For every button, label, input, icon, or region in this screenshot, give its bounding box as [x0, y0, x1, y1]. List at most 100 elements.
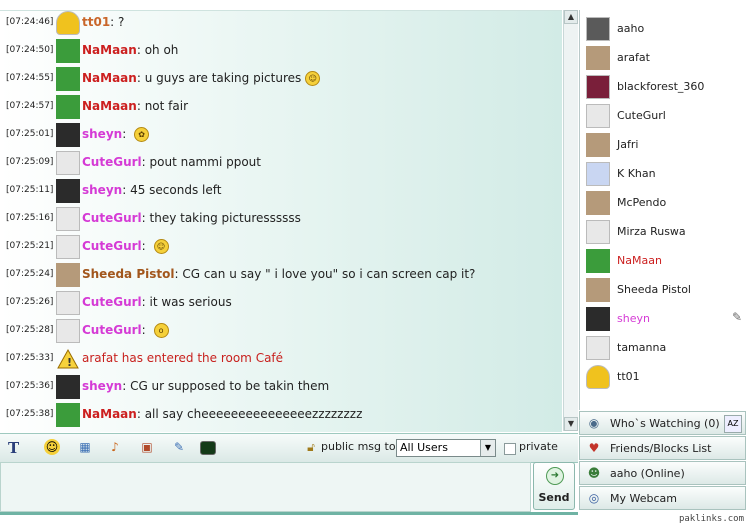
eye-icon: ◉: [588, 416, 600, 430]
green-hat-avatar: [586, 249, 610, 273]
grin-icon: ☺: [305, 71, 321, 86]
webcam-icon: ◎: [588, 491, 600, 505]
mr-t-avatar[interactable]: [56, 11, 80, 35]
message-nick[interactable]: sheyn: [82, 183, 122, 197]
blank-avatar[interactable]: [56, 319, 80, 343]
message-nick[interactable]: CuteGurl: [82, 211, 142, 225]
message-nick[interactable]: sheyn: [82, 379, 122, 393]
sound-icon[interactable]: ♪: [106, 439, 124, 455]
message-nick[interactable]: CuteGurl: [82, 295, 142, 309]
dark-avatar[interactable]: [56, 179, 80, 203]
blank-avatar[interactable]: [56, 291, 80, 315]
message-text: oh oh: [144, 43, 179, 57]
message-timestamp: [07:24:50]: [6, 45, 54, 55]
scroll-up-icon[interactable]: ▲: [564, 10, 578, 24]
user-list-item[interactable]: Sheeda Pistol: [580, 275, 748, 304]
message-body: sheyn: 45 seconds left: [82, 183, 222, 197]
message-nick[interactable]: NaMaan: [82, 99, 137, 113]
green-hat-avatar[interactable]: [56, 39, 80, 63]
user-name: aaho: [617, 22, 645, 35]
mr-t-avatar: [586, 365, 610, 389]
message-nick[interactable]: tt01: [82, 15, 110, 29]
svg-text:!: !: [67, 356, 72, 369]
message-nick[interactable]: NaMaan: [82, 407, 137, 421]
sort-icon[interactable]: AZ: [724, 415, 742, 433]
text-format-icon[interactable]: T: [8, 439, 19, 457]
chat-message: [07:24:50] NaMaan: oh oh: [0, 37, 560, 65]
user-list-item[interactable]: McPendo: [580, 188, 748, 217]
message-text: 45 seconds left: [130, 183, 222, 197]
chat-message: [07:25:16] CuteGurl: they taking pictures…: [0, 205, 560, 233]
panel-label: Who`s Watching (0): [610, 417, 720, 430]
message-nick[interactable]: CuteGurl: [82, 155, 142, 169]
message-body: CuteGurl: it was serious: [82, 295, 232, 309]
message-nick[interactable]: NaMaan: [82, 43, 137, 57]
panel-eye[interactable]: ◉ Who`s Watching (0) AZ: [579, 411, 746, 435]
scroll-down-icon[interactable]: ▼: [564, 417, 578, 431]
chat-message: [07:25:24] Sheeda Pistol: CG can u say " …: [0, 261, 560, 289]
green-hat-avatar[interactable]: [56, 67, 80, 91]
message-nick[interactable]: sheyn: [82, 127, 122, 141]
message-body: NaMaan: not fair: [82, 99, 188, 113]
send-button[interactable]: ➜ Send: [533, 462, 575, 510]
user-list-item[interactable]: tt01: [580, 362, 748, 391]
user-name: blackforest_360: [617, 80, 705, 93]
blank-avatar: [586, 336, 610, 360]
warning-icon[interactable]: !: [56, 347, 80, 371]
message-body: CuteGurl: pout nammi ppout: [82, 155, 261, 169]
user-name: CuteGurl: [617, 109, 666, 122]
message-nick[interactable]: CuteGurl: [82, 239, 142, 253]
chat-message: [07:24:55] NaMaan: u guys are taking pict…: [0, 65, 560, 93]
user-list-item[interactable]: arafat: [580, 43, 748, 72]
message-timestamp: [07:25:01]: [6, 129, 54, 139]
recipient-select[interactable]: All Users ▼: [396, 439, 496, 457]
message-nick[interactable]: Sheeda Pistol: [82, 267, 174, 281]
panel-user[interactable]: ☻ aaho (Online): [579, 461, 746, 485]
message-nick[interactable]: CuteGurl: [82, 323, 142, 337]
user-list-item[interactable]: aaho: [580, 14, 748, 43]
user-name: NaMaan: [617, 254, 662, 267]
message-input[interactable]: [0, 462, 531, 512]
message-text: it was serious: [149, 295, 232, 309]
edit-icon[interactable]: ✎: [170, 439, 188, 455]
chat-message: [07:25:01] sheyn: ✿: [0, 121, 560, 149]
color-picker-icon[interactable]: ▦: [76, 439, 94, 455]
emoticon-icon[interactable]: ☺: [44, 439, 60, 455]
panel-label: My Webcam: [610, 492, 677, 505]
user-list-item[interactable]: CuteGurl: [580, 101, 748, 130]
user-list-item[interactable]: Mirza Ruswa: [580, 217, 748, 246]
panel-webcam[interactable]: ◎ My Webcam: [579, 486, 746, 510]
chat-message: [07:24:46] tt01: ?: [0, 11, 560, 37]
dark-avatar[interactable]: [56, 123, 80, 147]
lock-icon: 🔓︎: [307, 440, 315, 454]
panel-friends[interactable]: ♥ Friends/Blocks List: [579, 436, 746, 460]
user-name: Mirza Ruswa: [617, 225, 686, 238]
private-checkbox[interactable]: [504, 443, 516, 455]
user-list-item[interactable]: NaMaan: [580, 246, 748, 275]
message-nick[interactable]: NaMaan: [82, 71, 137, 85]
chat-log: [07:24:46] tt01: ? [07:24:50] NaMaan: oh oh…: [0, 10, 562, 432]
background-color-icon[interactable]: [200, 441, 216, 455]
green-hat-avatar[interactable]: [56, 95, 80, 119]
user-list-item[interactable]: Jafri: [580, 130, 748, 159]
photo-avatar[interactable]: [56, 263, 80, 287]
blank-avatar[interactable]: [56, 151, 80, 175]
dark-avatar[interactable]: [56, 375, 80, 399]
blank-avatar[interactable]: [56, 207, 80, 231]
chat-scrollbar[interactable]: ▲ ▼: [563, 10, 578, 431]
blank-avatar: [586, 220, 610, 244]
user-list-item[interactable]: K Khan: [580, 159, 748, 188]
blank-avatar[interactable]: [56, 235, 80, 259]
message-timestamp: [07:25:28]: [6, 325, 54, 335]
message-body: CuteGurl: o: [82, 323, 169, 338]
green-hat-avatar[interactable]: [56, 403, 80, 427]
user-name: McPendo: [617, 196, 667, 209]
user-list-item[interactable]: blackforest_360: [580, 72, 748, 101]
chevron-down-icon[interactable]: ▼: [480, 440, 495, 456]
image-icon[interactable]: ▣: [138, 439, 156, 455]
photo-avatar: [586, 46, 610, 70]
user-list-item[interactable]: sheyn ✎: [580, 304, 748, 333]
message-body: NaMaan: oh oh: [82, 43, 179, 57]
user-list-item[interactable]: tamanna: [580, 333, 748, 362]
chat-message: [07:25:26] CuteGurl: it was serious: [0, 289, 560, 317]
